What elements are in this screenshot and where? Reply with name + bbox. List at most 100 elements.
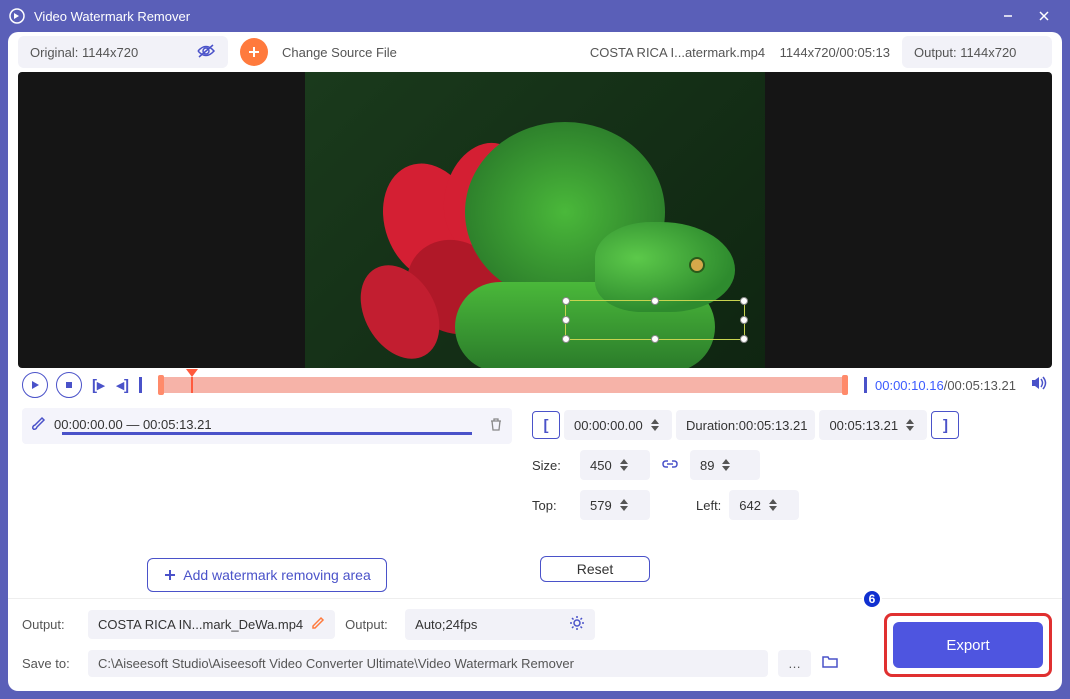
current-time: 00:00:10.16 xyxy=(875,378,944,393)
time-display: 00:00:10.16/00:05:13.21 xyxy=(875,378,1016,393)
top-field[interactable]: 579 xyxy=(580,490,650,520)
spin-up-icon[interactable] xyxy=(722,459,730,464)
resize-handle[interactable] xyxy=(562,335,570,343)
gear-icon[interactable] xyxy=(569,615,585,634)
size-row: Size: 450 89 xyxy=(532,450,1048,480)
output-label: Output: xyxy=(914,45,957,60)
save-to-label: Save to: xyxy=(22,656,78,671)
height-field[interactable]: 89 xyxy=(690,450,760,480)
trim-row: [ 00:00:00.00 Duration:00:05:13.21 00:05… xyxy=(532,410,1048,440)
close-button[interactable] xyxy=(1026,4,1062,28)
segment-bar xyxy=(62,432,472,435)
left-value: 642 xyxy=(739,498,761,513)
trim-end-value: 00:05:13.21 xyxy=(829,418,898,433)
main-panel: Original: 1144x720 Change Source File CO… xyxy=(8,32,1062,691)
top-toolbar: Original: 1144x720 Change Source File CO… xyxy=(8,32,1062,72)
app-logo-icon xyxy=(8,7,26,25)
spin-up-icon[interactable] xyxy=(651,419,659,424)
output-filename-box: COSTA RICA IN...mark_DeWa.mp4 xyxy=(88,610,335,639)
play-button[interactable] xyxy=(22,372,48,398)
height-value: 89 xyxy=(700,458,714,473)
segments-panel: 00:00:00.00 — 00:05:13.21 Add watermark … xyxy=(22,408,512,582)
resize-handle[interactable] xyxy=(740,335,748,343)
output-format-box[interactable]: Auto;24fps xyxy=(405,609,595,640)
volume-icon[interactable] xyxy=(1030,375,1048,396)
set-start-button[interactable]: [ xyxy=(532,411,560,439)
timeline-scrubber[interactable] xyxy=(158,377,848,393)
trim-duration-field[interactable]: Duration:00:05:13.21 xyxy=(676,410,815,440)
spin-up-icon[interactable] xyxy=(620,499,628,504)
width-field[interactable]: 450 xyxy=(580,450,650,480)
trim-end-field[interactable]: 00:05:13.21 xyxy=(819,410,927,440)
minimize-button[interactable] xyxy=(990,4,1026,28)
position-row: Top: 579 Left: 642 xyxy=(532,490,1048,520)
timeline-start-handle[interactable] xyxy=(139,377,142,393)
set-end-button[interactable]: ] xyxy=(931,411,959,439)
video-frame xyxy=(305,72,765,368)
change-source-link[interactable]: Change Source File xyxy=(282,45,397,60)
source-resolution: 1144x720 xyxy=(780,45,836,60)
source-duration: 00:05:13 xyxy=(839,45,890,60)
resize-handle[interactable] xyxy=(740,297,748,305)
spin-up-icon[interactable] xyxy=(769,499,777,504)
add-source-button[interactable] xyxy=(240,38,268,66)
brush-icon xyxy=(30,416,46,437)
app-title: Video Watermark Remover xyxy=(34,9,990,24)
edit-filename-icon[interactable] xyxy=(311,616,325,633)
playback-controls: [▸ ◂] 00:00:10.16/00:05:13.21 xyxy=(8,368,1062,402)
source-file-info: COSTA RICA I...atermark.mp4 1144x720/00:… xyxy=(590,45,890,60)
export-button[interactable]: Export xyxy=(893,622,1043,668)
step-badge: 6 xyxy=(862,589,882,609)
spin-down-icon[interactable] xyxy=(722,466,730,471)
original-res: 1144x720 xyxy=(82,45,138,60)
reset-button[interactable]: Reset xyxy=(540,556,650,582)
delete-segment-icon[interactable] xyxy=(488,416,504,437)
source-filename: COSTA RICA I...atermark.mp4 xyxy=(590,45,765,60)
output-file-label: Output: xyxy=(22,617,78,632)
export-highlight: Export xyxy=(884,613,1052,677)
output-res: 1144x720 xyxy=(960,45,1016,60)
trim-start-value: 00:00:00.00 xyxy=(574,418,643,433)
mark-out-button[interactable]: ◂] xyxy=(115,376,132,394)
open-folder-icon[interactable] xyxy=(821,655,839,672)
link-aspect-icon[interactable] xyxy=(662,458,678,473)
spin-up-icon[interactable] xyxy=(620,459,628,464)
original-label: Original: xyxy=(30,45,78,60)
duration-label: Duration: xyxy=(686,418,739,433)
resize-handle[interactable] xyxy=(562,316,570,324)
timeline-end-handle[interactable] xyxy=(864,377,867,393)
stop-button[interactable] xyxy=(56,372,82,398)
top-value: 579 xyxy=(590,498,612,513)
output-fps-value: Auto;24fps xyxy=(415,617,477,632)
spin-down-icon[interactable] xyxy=(620,466,628,471)
segment-item[interactable]: 00:00:00.00 — 00:05:13.21 xyxy=(22,408,512,444)
video-preview[interactable] xyxy=(18,72,1052,368)
spin-down-icon[interactable] xyxy=(769,506,777,511)
segment-separator: — xyxy=(126,417,139,432)
top-label: Top: xyxy=(532,498,572,513)
spin-down-icon[interactable] xyxy=(620,506,628,511)
eye-off-icon[interactable] xyxy=(196,44,216,61)
add-watermark-area-button[interactable]: Add watermark removing area xyxy=(147,558,387,592)
properties-panel: [ 00:00:00.00 Duration:00:05:13.21 00:05… xyxy=(532,408,1048,582)
watermark-selection-rect[interactable] xyxy=(565,300,745,340)
spin-up-icon[interactable] xyxy=(906,419,914,424)
resize-handle[interactable] xyxy=(651,297,659,305)
browse-path-button[interactable]: … xyxy=(778,650,811,677)
spin-down-icon[interactable] xyxy=(651,426,659,431)
resize-handle[interactable] xyxy=(740,316,748,324)
segment-times: 00:00:00.00 — 00:05:13.21 xyxy=(54,417,480,432)
output-fps-label: Output: xyxy=(345,617,395,632)
titlebar: Video Watermark Remover xyxy=(0,0,1070,32)
add-area-label: Add watermark removing area xyxy=(183,567,371,583)
mark-in-button[interactable]: [▸ xyxy=(90,376,107,394)
left-field[interactable]: 642 xyxy=(729,490,799,520)
spin-down-icon[interactable] xyxy=(906,426,914,431)
resize-handle[interactable] xyxy=(562,297,570,305)
trim-start-field[interactable]: 00:00:00.00 xyxy=(564,410,672,440)
output-resolution-pill: Output: 1144x720 xyxy=(902,36,1052,68)
size-label: Size: xyxy=(532,458,572,473)
resize-handle[interactable] xyxy=(651,335,659,343)
width-value: 450 xyxy=(590,458,612,473)
playhead-icon[interactable] xyxy=(186,369,198,377)
